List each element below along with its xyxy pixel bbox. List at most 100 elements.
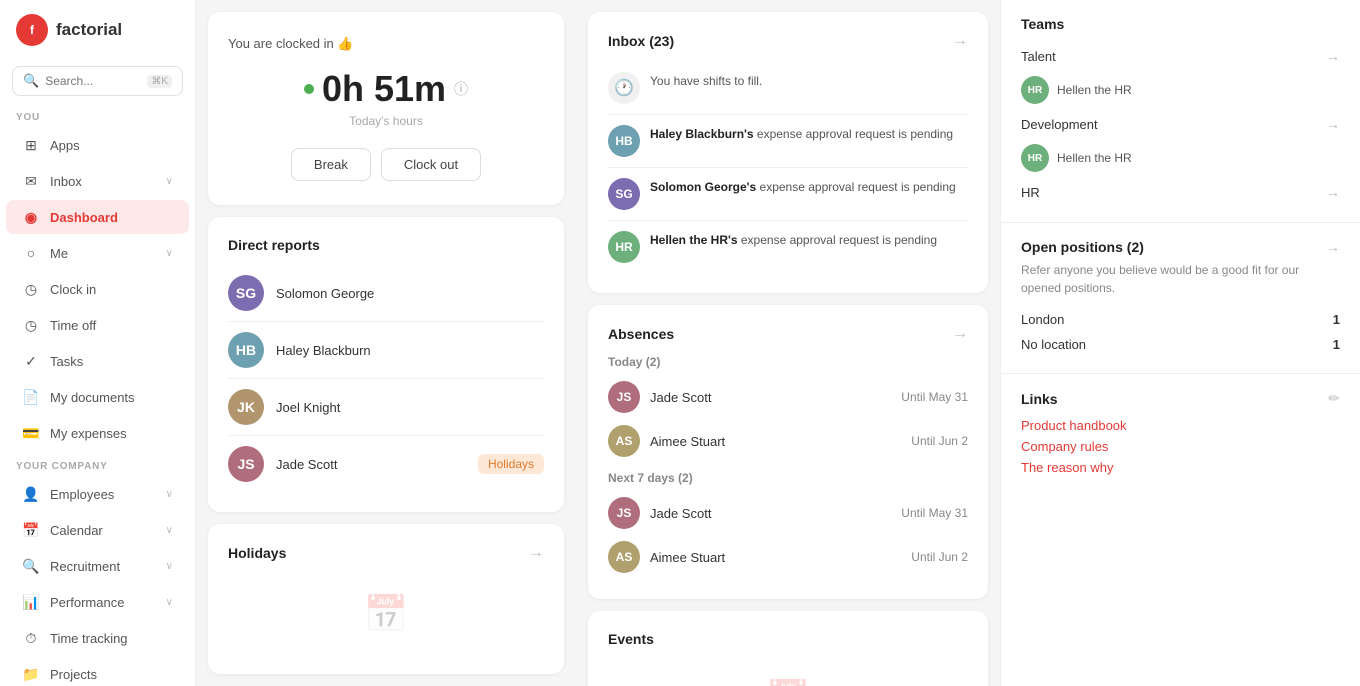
sidebar-item-label: My expenses [50,426,173,441]
sidebar-item-label: Clock in [50,282,173,297]
table-row: JK Joel Knight [228,379,544,436]
edit-icon[interactable]: ✏ [1328,390,1340,407]
inbox-card: Inbox (23) → 🕐 You have shifts to fill. … [588,12,988,293]
link-item[interactable]: The reason why [1021,457,1340,478]
sidebar-item-my-documents[interactable]: 📄 My documents [6,380,189,414]
list-item: SG Solomon George's expense approval req… [608,168,968,221]
me-icon: ○ [22,244,40,262]
shift-icon: 🕐 [608,72,640,104]
search-input[interactable] [45,74,141,88]
break-button[interactable]: Break [291,148,371,181]
sidebar-item-projects[interactable]: 📁 Projects [6,657,189,686]
clock-status: You are clocked in 👍 [228,36,544,52]
avatar: HB [608,125,640,157]
sidebar-item-apps[interactable]: ⊞ Apps [6,128,189,162]
sidebar-item-my-expenses[interactable]: 💳 My expenses [6,416,189,450]
sidebar-item-clock-in[interactable]: ◷ Clock in [6,272,189,306]
employee-name: Joel Knight [276,400,544,415]
tasks-icon: ✓ [22,352,40,370]
sidebar-item-recruitment[interactable]: 🔍 Recruitment ∨ [6,549,189,583]
sidebar-item-inbox[interactable]: ✉ Inbox ∨ [6,164,189,198]
sidebar-item-employees[interactable]: 👤 Employees ∨ [6,477,189,511]
arrow-icon[interactable]: → [528,544,544,562]
employee-name: Solomon George [276,286,544,301]
clock-status-text: You are clocked in [228,36,334,51]
expenses-icon: 💳 [22,424,40,442]
table-row: HB Haley Blackburn [228,322,544,379]
absence-next-label: Next 7 days (2) [608,471,968,485]
holidays-card: Holidays → 📅 [208,524,564,674]
absence-date: Until Jun 2 [911,550,968,564]
arrow-icon[interactable]: → [1326,239,1340,255]
avatar: JS [608,381,640,413]
avatar: HR [1021,76,1049,104]
direct-reports-title: Direct reports [228,237,320,253]
sidebar-item-tasks[interactable]: ✓ Tasks [6,344,189,378]
avatar: HR [608,231,640,263]
employees-icon: 👤 [22,485,40,503]
sidebar-item-time-off[interactable]: ◷ Time off [6,308,189,342]
sidebar-item-time-tracking[interactable]: ⏱ Time tracking [6,621,189,655]
search-box[interactable]: 🔍 ⌘K [12,66,183,96]
avatar: JS [608,497,640,529]
position-count: 1 [1333,312,1340,327]
direct-reports-card: Direct reports SG Solomon George HB Hale… [208,217,564,512]
sidebar-item-calendar[interactable]: 📅 Calendar ∨ [6,513,189,547]
open-positions-title: Open positions (2) [1021,239,1144,255]
avatar: HB [228,332,264,368]
teams-list: Talent → HR Hellen the HR Development → … [1021,42,1340,206]
apps-icon: ⊞ [22,136,40,154]
section-company-label: YOUR COMPANY [0,451,195,476]
team-item[interactable]: HR → [1021,178,1340,206]
avatar: AS [608,425,640,457]
sidebar-item-performance[interactable]: 📊 Performance ∨ [6,585,189,619]
team-name: Talent [1021,49,1326,64]
direct-reports-list: SG Solomon George HB Haley Blackburn JK … [228,265,544,492]
arrow-icon: → [1326,116,1340,132]
card-header: Holidays → [228,544,544,562]
absence-date: Until May 31 [901,390,968,404]
list-item: AS Aimee Stuart Until Jun 2 [608,535,968,579]
sidebar-item-dashboard[interactable]: ◉ Dashboard [6,200,189,234]
inbox-title: Inbox (23) [608,33,674,49]
sidebar-item-label: Projects [50,667,173,682]
time-off-icon: ◷ [22,316,40,334]
arrow-icon[interactable]: → [952,32,968,50]
sidebar: f factorial 🔍 ⌘K YOU ⊞ Apps ✉ Inbox ∨ ◉ … [0,0,196,686]
chevron-down-icon: ∨ [166,489,173,500]
table-row: SG Solomon George [228,265,544,322]
list-item: HR Hellen the HR's expense approval requ… [608,221,968,273]
chevron-down-icon: ∨ [166,176,173,187]
teams-title: Teams [1021,16,1340,32]
team-item[interactable]: Development → [1021,110,1340,138]
open-positions-desc: Refer anyone you believe would be a good… [1021,261,1340,297]
position-name: No location [1021,337,1086,352]
team-item[interactable]: Talent → [1021,42,1340,70]
clock-out-button[interactable]: Clock out [381,148,481,181]
avatar: JK [228,389,264,425]
chevron-down-icon: ∨ [166,248,173,259]
inbox-message: Hellen the HR's expense approval request… [650,231,937,249]
clock-time-value: 0h 51m [322,68,446,110]
sidebar-item-label: Dashboard [50,210,173,225]
sidebar-item-label: Calendar [50,523,156,538]
sidebar-item-label: Time off [50,318,173,333]
sidebar-item-me[interactable]: ○ Me ∨ [6,236,189,270]
card-header: Absences → [608,325,968,343]
card-header: Direct reports [228,237,544,253]
info-icon[interactable]: ⓘ [454,79,468,99]
time-tracking-icon: ⏱ [22,629,40,647]
arrow-icon[interactable]: → [952,325,968,343]
clock-emoji: 👍 [337,36,353,51]
team-development: Development → HR Hellen the HR [1021,110,1340,178]
performance-icon: 📊 [22,593,40,611]
link-item[interactable]: Company rules [1021,436,1340,457]
link-item[interactable]: Product handbook [1021,415,1340,436]
list-item: JS Jade Scott Until May 31 [608,491,968,535]
member-name: Hellen the HR [1057,151,1132,165]
sidebar-item-label: Recruitment [50,559,156,574]
table-row: JS Jade Scott Holidays [228,436,544,492]
logo-text: factorial [56,20,122,40]
events-title: Events [608,631,654,647]
clock-label: Today's hours [228,114,544,128]
